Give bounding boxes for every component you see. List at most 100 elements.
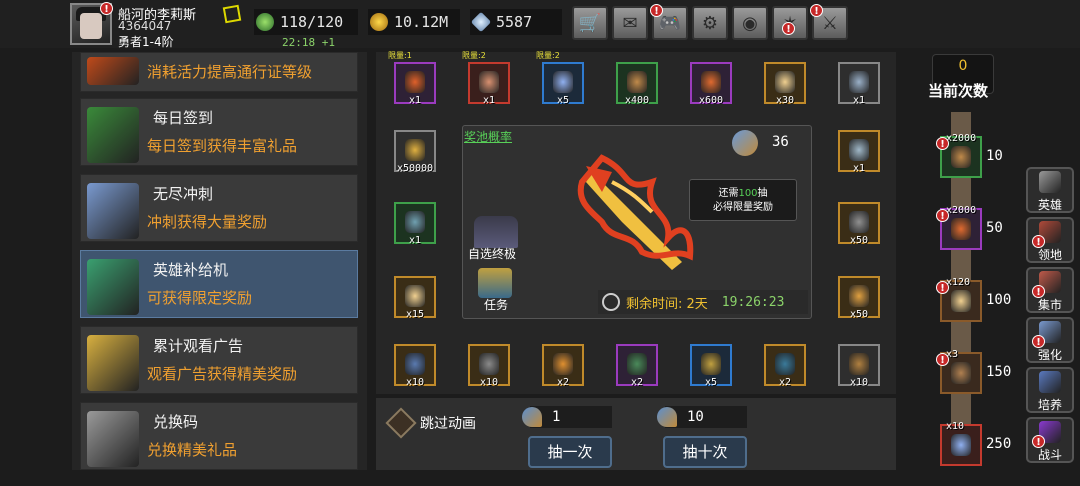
reward-item-icon: [405, 139, 425, 161]
milestone-count: x2000: [946, 133, 977, 144]
reward-item-icon: [405, 211, 425, 233]
menu-item-3[interactable]: 英雄补给机 可获得限定奖励: [80, 250, 358, 318]
diamond-icon: [470, 11, 492, 33]
reward-count: x1: [482, 95, 496, 106]
reward-count: x1: [852, 95, 866, 106]
reward-item-icon: [405, 71, 425, 93]
menu-item-0[interactable]: 消耗活力提高通行证等级: [80, 52, 358, 92]
key-count: 36: [772, 134, 789, 150]
shop-cart-icon: 🛒: [578, 12, 602, 34]
notification-badge: !: [650, 4, 663, 17]
milestone-item-icon: [951, 362, 971, 384]
reward-item-icon: [553, 71, 573, 93]
tip-pre: 还需: [718, 188, 739, 199]
skip-animation-label[interactable]: 跳过动画: [420, 413, 476, 433]
nav-icon: [1039, 371, 1061, 393]
menu-item-title: 无尽冲刺: [153, 185, 214, 203]
reward-count: x15: [405, 309, 425, 320]
settings-icon: ⚙: [701, 12, 719, 34]
reward-item-icon: [627, 71, 647, 93]
task-chest-icon[interactable]: [478, 268, 512, 298]
ultimate-pick-icon[interactable]: [474, 216, 518, 248]
menu-item-icon: [87, 57, 139, 85]
menu-item-subtitle: 观看广告获得精美奖励: [147, 365, 298, 383]
menu-item-icon: [87, 259, 139, 315]
limited-quantity-label: 限量:2: [536, 51, 560, 60]
color-wheel-button[interactable]: ◉: [732, 6, 768, 40]
pool-probability-link[interactable]: 奖池概率: [464, 128, 512, 145]
draw-ten-button[interactable]: 抽十次: [663, 436, 747, 468]
single-cost-value: 1: [552, 409, 561, 425]
reward-count: x5: [704, 377, 718, 388]
gem-counter: 5587: [470, 9, 562, 35]
menu-item-5[interactable]: 兑换码兑换精美礼品: [80, 402, 358, 470]
player-rank: 勇者1-4阶: [118, 35, 174, 49]
task-label[interactable]: 任务: [484, 296, 508, 313]
milestone-target: 100: [986, 292, 1012, 308]
nav-4[interactable]: 培养: [1026, 367, 1074, 413]
avatar-alert-badge: !: [100, 2, 113, 15]
draw-once-button[interactable]: 抽一次: [528, 436, 612, 468]
mail-icon: ✉: [622, 12, 638, 34]
time-label: 剩余时间: 2天: [626, 296, 708, 312]
settings-button[interactable]: ⚙: [692, 6, 728, 40]
reward-item-icon: [405, 353, 425, 375]
menu-item-4[interactable]: 累计观看广告观看广告获得精美奖励: [80, 326, 358, 394]
gold-coin-icon: [370, 13, 388, 31]
nav-label: 领地: [1037, 248, 1062, 262]
reward-item-icon: [479, 353, 499, 375]
reward-count: x400: [624, 95, 650, 106]
menu-item-icon: [87, 335, 139, 391]
player-id: 4364047: [118, 19, 172, 33]
reward-item-icon: [775, 71, 795, 93]
reward-item-icon: [405, 285, 425, 307]
menu-item-title: 累计观看广告: [153, 337, 244, 355]
reward-count: x50: [849, 235, 869, 246]
ultimate-pick-label[interactable]: 自选终极: [468, 245, 516, 262]
milestone-item-icon: [951, 290, 971, 312]
menu-item-1[interactable]: 每日签到每日签到获得丰富礼品: [80, 98, 358, 166]
reward-count: x10: [849, 377, 869, 388]
lightning-icon: [256, 13, 274, 31]
draw-counter-label: 当前次数: [928, 82, 989, 100]
draw-controls: [376, 398, 896, 470]
draw-counter-value: 0: [958, 58, 968, 74]
reward-item-icon: [849, 71, 869, 93]
reward-count: x2: [778, 377, 792, 388]
energy-value: 118/120: [280, 13, 344, 31]
notification-badge: !: [936, 281, 949, 294]
guarantee-tooltip: 还需100抽 必得限量奖励: [689, 179, 797, 221]
mail-button[interactable]: ✉: [612, 6, 648, 40]
reward-item-icon: [775, 353, 795, 375]
nav-label: 集市: [1037, 298, 1062, 312]
energy-timer: 22:18 +1: [282, 36, 335, 49]
single-draw-cost: 1: [522, 406, 612, 428]
edit-icon[interactable]: [222, 4, 242, 24]
shop-cart-button[interactable]: 🛒: [572, 6, 608, 40]
reward-count: x2: [556, 377, 570, 388]
tip-post: 抽: [757, 188, 768, 199]
menu-item-title: 每日签到: [153, 109, 214, 127]
notification-badge: !: [936, 209, 949, 222]
milestone-count: x2000: [946, 205, 977, 216]
summon-key-icon: [657, 407, 677, 427]
nav-0[interactable]: 英雄: [1026, 167, 1074, 213]
menu-item-subtitle: 兑换精美礼品: [147, 441, 238, 459]
reward-count: x600: [698, 95, 724, 106]
reward-item-icon: [849, 285, 869, 307]
nav-label: 英雄: [1037, 198, 1062, 212]
milestone-target: 10: [986, 148, 1003, 164]
reward-item-icon: [849, 139, 869, 161]
tip-line2: 必得限量奖励: [713, 202, 773, 213]
gem-value: 5587: [496, 13, 533, 31]
menu-item-title: 兑换码: [153, 413, 199, 431]
limited-quantity-label: 限量:1: [388, 51, 412, 60]
notification-badge: !: [936, 353, 949, 366]
milestone-target: 150: [986, 364, 1012, 380]
reward-count: x10: [479, 377, 499, 388]
reward-count: x50: [849, 309, 869, 320]
reward-count: x1: [408, 235, 422, 246]
notification-badge: !: [1032, 435, 1045, 448]
menu-item-subtitle: 每日签到获得丰富礼品: [147, 137, 298, 155]
menu-item-2[interactable]: 无尽冲刺 冲刺获得大量奖励: [80, 174, 358, 242]
